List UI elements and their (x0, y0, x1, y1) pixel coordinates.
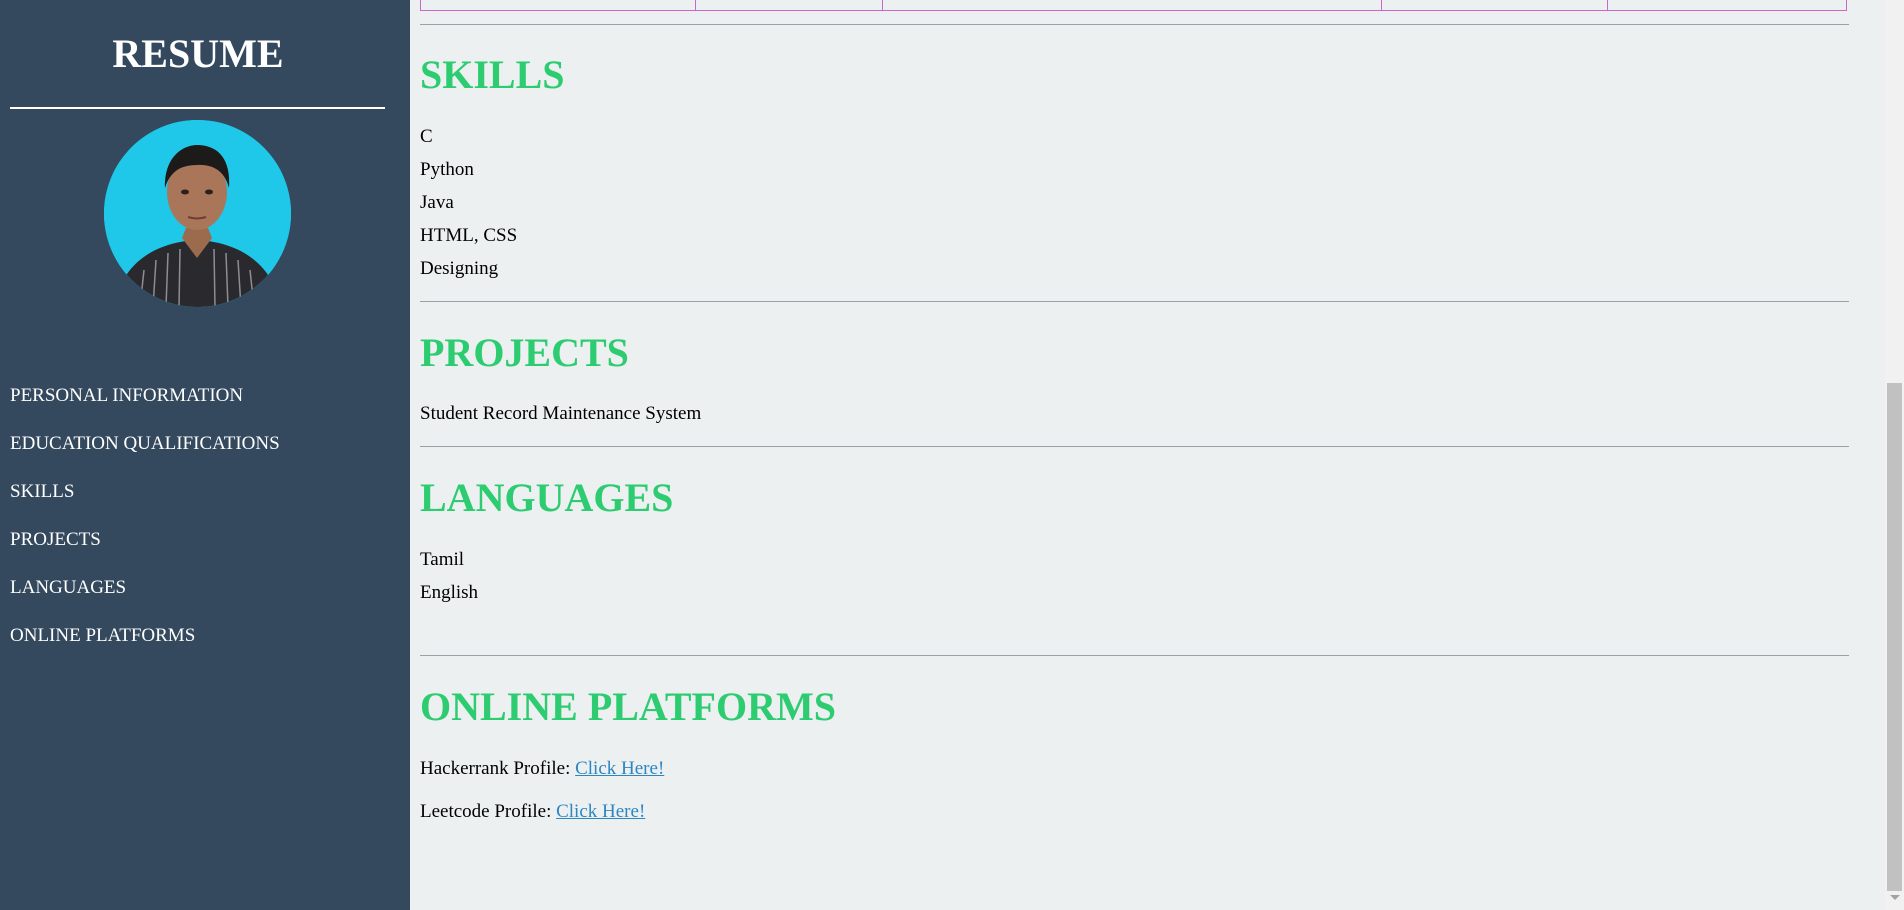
projects-heading: PROJECTS (420, 330, 629, 375)
platform-label: Hackerrank Profile: (420, 758, 576, 779)
scrollbar-thumb[interactable] (1887, 383, 1902, 891)
table-cell-divider (882, 0, 883, 10)
skill-item: C (420, 126, 433, 147)
online-platforms-heading: ONLINE PLATFORMS (420, 684, 836, 729)
section-divider (420, 655, 1849, 656)
table-cell-divider (1607, 0, 1608, 10)
profile-photo-icon (104, 120, 291, 307)
education-table-bottom (420, 0, 1847, 11)
table-cell-divider (695, 0, 696, 10)
skill-item: HTML, CSS (420, 225, 518, 246)
skill-item: Python (420, 159, 474, 180)
section-divider (420, 24, 1849, 25)
sidebar: RESUME PERSONAL INFORMATION EDUCATION QU… (0, 0, 410, 910)
leetcode-link[interactable]: Click Here! (556, 801, 645, 822)
table-cell-divider (1381, 0, 1382, 10)
nav-item-online-platforms[interactable]: ONLINE PLATFORMS (10, 624, 280, 648)
platform-label: Leetcode Profile: (420, 801, 557, 822)
sidebar-nav: PERSONAL INFORMATION EDUCATION QUALIFICA… (10, 384, 280, 672)
nav-item-languages[interactable]: LANGUAGES (10, 576, 280, 600)
avatar (104, 120, 291, 307)
main-content: SKILLS C Python Java HTML, CSS Designing… (420, 0, 1849, 910)
hackerrank-link[interactable]: Click Here! (575, 758, 664, 779)
brand-divider (10, 107, 385, 109)
section-divider (420, 446, 1849, 447)
language-item: English (420, 582, 479, 603)
skill-item: Designing (420, 258, 499, 279)
platform-row-leetcode: Leetcode Profile: Click Here! (420, 801, 645, 823)
project-item: Student Record Maintenance System (420, 403, 702, 424)
platform-row-hackerrank: Hackerrank Profile: Click Here! (420, 758, 664, 780)
skills-heading: SKILLS (420, 52, 565, 97)
language-item: Tamil (420, 549, 465, 570)
nav-item-projects[interactable]: PROJECTS (10, 528, 280, 552)
nav-item-skills[interactable]: SKILLS (10, 480, 280, 504)
nav-item-personal-information[interactable]: PERSONAL INFORMATION (10, 384, 280, 408)
languages-heading: LANGUAGES (420, 475, 674, 520)
vertical-scrollbar[interactable] (1885, 0, 1904, 910)
brand-title: RESUME (112, 31, 284, 76)
scroll-down-arrow-icon[interactable] (1890, 895, 1900, 900)
skill-item: Java (420, 192, 454, 213)
section-divider (420, 301, 1849, 302)
nav-item-education-qualifications[interactable]: EDUCATION QUALIFICATIONS (10, 432, 280, 456)
